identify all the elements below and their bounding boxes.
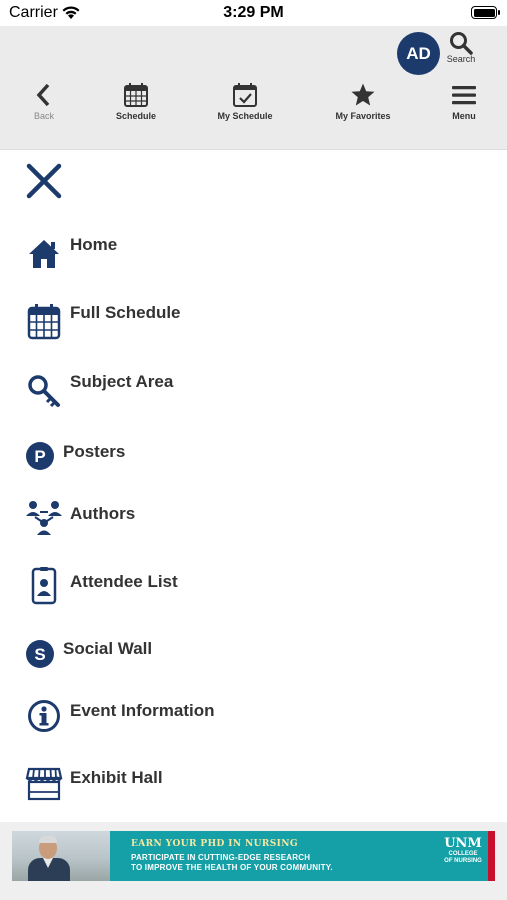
menu-item-label: Social Wall — [63, 639, 153, 658]
calendar-icon — [24, 302, 64, 342]
unm-logo: UNM COLLEGE OF NURSING — [440, 837, 486, 865]
ad-strip: EARN YOUR PHD IN NURSING PARTICIPATE IN … — [0, 822, 507, 900]
menu-item-label: Posters — [63, 442, 126, 461]
calendar-check-icon — [233, 83, 257, 107]
search-label: Search — [446, 54, 476, 64]
avatar-initials: AD — [406, 43, 431, 63]
ad-headline: EARN YOUR PHD IN NURSING — [131, 839, 298, 849]
ad-line-2: PARTICIPATE IN CUTTING-EDGE RESEARCH — [131, 853, 311, 862]
menu-item-label: Subject Area — [70, 372, 174, 391]
menu-item-home[interactable]: Home — [24, 234, 324, 274]
search-icon — [450, 32, 473, 55]
social-s-icon: S — [24, 634, 56, 674]
people-network-icon — [24, 498, 64, 538]
key-search-icon — [24, 371, 64, 411]
menu-item-label: Home — [70, 235, 118, 254]
storefront-icon — [24, 764, 64, 804]
menu-item-label: Event Information — [70, 701, 215, 720]
info-icon — [24, 696, 64, 736]
menu-item-attendee-list[interactable]: Attendee List — [24, 566, 324, 606]
app-header: AD Search Back Schedule My Schedule My F… — [0, 26, 507, 150]
ad-banner[interactable]: EARN YOUR PHD IN NURSING PARTICIPATE IN … — [12, 831, 495, 881]
calendar-icon — [124, 83, 148, 107]
menu-button[interactable]: Menu — [448, 82, 480, 121]
posters-p-icon: P — [24, 436, 56, 476]
back-label: Back — [33, 111, 54, 121]
menu-item-label: Full Schedule — [70, 303, 181, 322]
my-favorites-label: My Favorites — [335, 111, 391, 121]
star-icon — [351, 83, 375, 106]
logo-text-1: COLLEGE — [448, 851, 478, 857]
ad-photo — [12, 831, 110, 881]
close-menu-button[interactable] — [26, 163, 62, 199]
logo-text-2: OF NURSING — [444, 858, 482, 864]
search-button[interactable]: Search — [441, 30, 481, 64]
menu-item-exhibit-hall[interactable]: Exhibit Hall — [24, 764, 324, 804]
user-avatar[interactable]: AD — [397, 32, 440, 75]
menu-label: Menu — [452, 111, 476, 121]
schedule-button[interactable]: Schedule — [110, 82, 162, 121]
menu-item-social-wall[interactable]: S Social Wall — [24, 634, 324, 674]
my-schedule-button[interactable]: My Schedule — [212, 82, 278, 121]
schedule-label: Schedule — [115, 111, 156, 121]
battery-icon — [471, 6, 500, 19]
my-favorites-button[interactable]: My Favorites — [328, 82, 398, 121]
menu-item-label: Attendee List — [70, 572, 178, 591]
menu-item-event-information[interactable]: Event Information — [24, 696, 324, 736]
menu-item-full-schedule[interactable]: Full Schedule — [24, 302, 324, 342]
chevron-left-icon — [36, 83, 50, 107]
ad-line-3: TO IMPROVE THE HEALTH OF YOUR COMMUNITY. — [131, 863, 333, 872]
svg-text:S: S — [34, 645, 45, 664]
menu-item-label: Authors — [70, 504, 136, 523]
clock: 3:29 PM — [223, 4, 284, 21]
ad-red-bar — [488, 831, 495, 881]
menu-item-label: Exhibit Hall — [70, 768, 163, 787]
menu-item-posters[interactable]: P Posters — [24, 436, 324, 476]
back-button[interactable]: Back — [28, 82, 60, 121]
hamburger-icon — [452, 86, 476, 105]
status-bar: Carrier 3:29 PM — [0, 0, 507, 26]
logo-mark: UNM — [444, 836, 482, 851]
id-badge-icon — [24, 566, 64, 606]
close-icon — [26, 163, 62, 199]
svg-text:P: P — [34, 447, 45, 466]
home-icon — [24, 234, 64, 274]
menu-item-subject-area[interactable]: Subject Area — [24, 371, 324, 411]
my-schedule-label: My Schedule — [217, 111, 273, 121]
menu-item-authors[interactable]: Authors — [24, 498, 324, 538]
